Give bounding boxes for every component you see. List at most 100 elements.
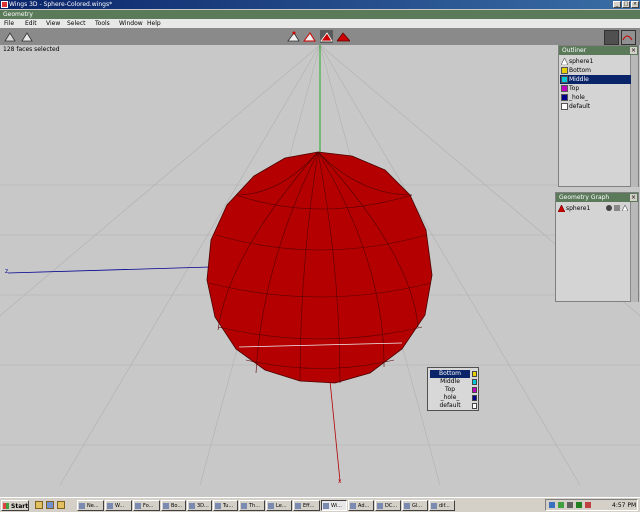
menu-edit[interactable]: Edit — [25, 19, 37, 28]
material-swatch — [472, 395, 477, 401]
app-icon[interactable] — [1, 1, 8, 8]
outliner-item-bottom[interactable]: Bottom — [560, 66, 631, 75]
outliner-item-label: default — [569, 103, 591, 110]
app-icon — [295, 503, 301, 509]
material-icon — [561, 76, 568, 83]
task-label: DC... — [385, 503, 398, 509]
menu-view[interactable]: View — [46, 19, 60, 28]
quicklaunch-icon[interactable] — [35, 501, 43, 509]
menu-help[interactable]: Help — [147, 19, 161, 28]
task-button[interactable]: Bo... — [161, 500, 186, 511]
outliner-title: Outliner × — [559, 46, 638, 55]
outliner-item-sphere1[interactable]: sphere1 — [560, 57, 631, 66]
popup-item-bottom[interactable]: Bottom — [430, 370, 470, 378]
window-title: Wings 3D - Sphere-Colored.wings* — [9, 1, 113, 8]
outliner-item-hole[interactable]: _hole_ — [560, 93, 631, 102]
task-button[interactable]: Ad... — [348, 500, 374, 511]
outliner-item-label: sphere1 — [569, 58, 594, 65]
z-axis-label: z — [5, 268, 9, 275]
popup-item-default[interactable]: default — [430, 402, 470, 410]
app-icon — [163, 503, 169, 509]
tray-icon[interactable] — [576, 502, 582, 508]
tray-icon[interactable] — [558, 502, 564, 508]
face-select-button[interactable] — [320, 30, 333, 43]
tray-icon[interactable] — [585, 502, 591, 508]
close-icon[interactable]: × — [630, 47, 637, 54]
app-icon — [268, 503, 274, 509]
material-swatch — [472, 403, 477, 409]
z-axis-line — [7, 266, 211, 274]
geometry-graph-title: Geometry Graph × — [556, 193, 638, 202]
task-label: Th... — [249, 503, 260, 509]
popup-item-hole[interactable]: _hole_ — [430, 394, 470, 402]
outliner-scrollbar[interactable] — [630, 55, 638, 187]
maximize-button[interactable]: □ — [622, 1, 630, 8]
task-label: Wi... — [331, 503, 342, 509]
task-button[interactable]: Th... — [239, 500, 265, 511]
selection-status: 128 faces selected — [3, 46, 60, 53]
taskbar: Start Ne... W... Fo... Bo... 3D... Tu...… — [0, 497, 640, 512]
wireframe-icon[interactable] — [621, 204, 629, 212]
speaker-icon[interactable] — [567, 502, 573, 508]
body-mode-icon — [337, 32, 350, 42]
task-label: dif... — [439, 503, 450, 509]
start-button[interactable]: Start — [1, 500, 29, 511]
lock-icon[interactable] — [614, 205, 620, 211]
task-button[interactable]: Ne... — [77, 500, 104, 511]
task-button[interactable]: Fo... — [133, 500, 160, 511]
quicklaunch-icon[interactable] — [46, 501, 54, 509]
task-button[interactable]: DC... — [375, 500, 401, 511]
sphere-mesh[interactable] — [206, 151, 433, 384]
geometry-window-title: Geometry — [0, 10, 640, 19]
task-label: Tu... — [223, 503, 234, 509]
minimize-button[interactable]: _ — [613, 1, 621, 8]
task-button[interactable]: Gl... — [402, 500, 428, 511]
scene-canvas[interactable] — [0, 45, 640, 485]
body-select-button[interactable] — [337, 30, 350, 43]
task-button-active[interactable]: Wi... — [321, 500, 347, 511]
popup-item-middle[interactable]: Middle — [430, 378, 470, 386]
menu-file[interactable]: File — [4, 19, 14, 28]
outliner-item-top[interactable]: Top — [560, 84, 631, 93]
outliner-item-label: Middle — [569, 76, 589, 83]
task-button[interactable]: W... — [105, 500, 132, 511]
popup-item-top[interactable]: Top — [430, 386, 470, 394]
outliner-item-label: Top — [569, 85, 580, 92]
task-label: Ne... — [87, 503, 99, 509]
menu-select[interactable]: Select — [67, 19, 86, 28]
eye-icon[interactable] — [606, 205, 612, 211]
clock[interactable]: 4:57 PM — [612, 501, 636, 510]
window-title-bar: Wings 3D - Sphere-Colored.wings* _ □ × — [0, 0, 640, 9]
menu-tools[interactable]: Tools — [95, 19, 110, 28]
triangle-icon — [4, 32, 16, 42]
grid-view-button[interactable] — [3, 30, 16, 43]
light-view-button[interactable] — [621, 30, 636, 45]
outliner-item-default[interactable]: default — [560, 102, 631, 111]
material-swatch — [472, 379, 477, 385]
shaded-view-button[interactable] — [20, 30, 33, 43]
task-button[interactable]: Eff... — [293, 500, 320, 511]
material-swatch — [472, 371, 477, 377]
close-icon[interactable]: × — [630, 194, 637, 201]
task-button[interactable]: dif... — [429, 500, 455, 511]
camera-view-button[interactable] — [604, 30, 619, 45]
outliner-item-middle[interactable]: Middle — [560, 75, 631, 84]
task-button[interactable]: Tu... — [213, 500, 238, 511]
geometry-window-label: Geometry — [3, 11, 33, 18]
edge-select-button[interactable] — [303, 30, 316, 43]
vertex-select-button[interactable] — [287, 30, 300, 43]
3d-viewport[interactable]: z x — [0, 45, 640, 485]
geometry-graph-scrollbar[interactable] — [630, 202, 638, 302]
tray-icon[interactable] — [549, 502, 555, 508]
quicklaunch-icon[interactable] — [57, 501, 65, 509]
close-button[interactable]: × — [631, 1, 639, 8]
menu-window[interactable]: Window — [119, 19, 143, 28]
task-button[interactable]: Le... — [266, 500, 292, 511]
x-axis-line — [329, 380, 341, 482]
task-button[interactable]: 3D... — [187, 500, 212, 511]
toolbar — [0, 28, 640, 45]
material-icon — [561, 103, 568, 110]
geometry-graph-item-sphere1[interactable]: sphere1 — [557, 204, 631, 213]
task-label: Gl... — [412, 503, 423, 509]
app-icon — [350, 503, 356, 509]
